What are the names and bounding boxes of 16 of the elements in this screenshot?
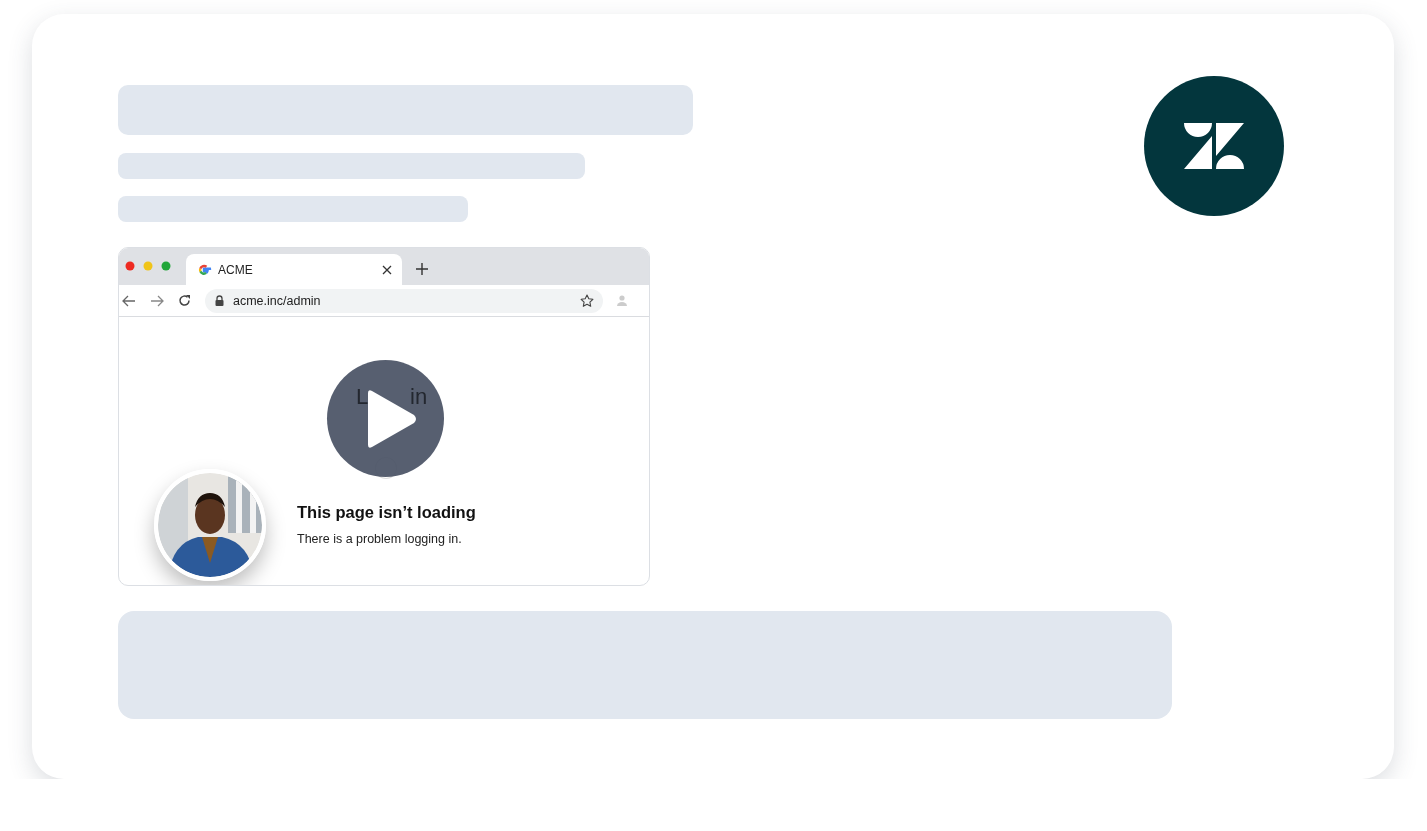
error-message: There is a problem logging in.: [297, 532, 462, 546]
lock-icon: [215, 295, 224, 306]
star-icon[interactable]: [580, 293, 594, 308]
error-title: This page isn’t loading: [297, 503, 476, 522]
close-icon[interactable]: [382, 264, 392, 275]
browser-tab[interactable]: ACME: [186, 254, 402, 285]
reload-icon[interactable]: [178, 294, 191, 307]
back-arrow-icon[interactable]: [122, 294, 136, 307]
url-text: acme.inc/admin: [233, 293, 322, 308]
address-bar[interactable]: acme.inc/admin: [205, 288, 603, 313]
forward-arrow-icon[interactable]: [150, 294, 164, 307]
heading-fragment: L: [356, 386, 369, 408]
heading-fragment: in: [410, 386, 428, 408]
logo-icon: [1144, 76, 1284, 216]
tab-title: ACME: [218, 262, 254, 277]
new-tab-icon[interactable]: [416, 263, 428, 275]
